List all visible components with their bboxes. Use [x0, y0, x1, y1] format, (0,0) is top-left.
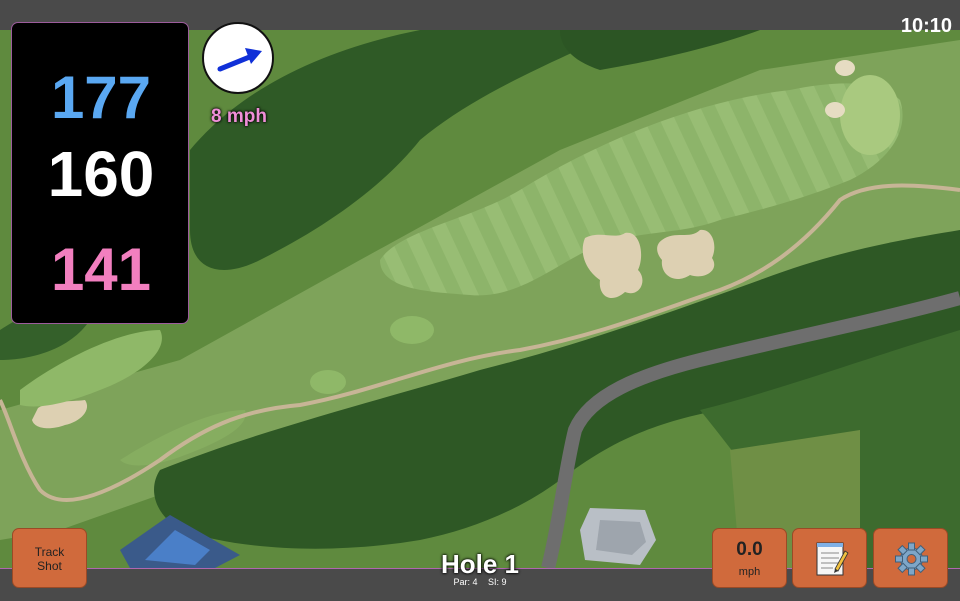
middle-distance: 160	[47, 138, 155, 210]
track-shot-label-line1: Track	[34, 545, 65, 559]
track-shot-label-line2: Shot	[37, 559, 62, 573]
settings-button[interactable]	[873, 528, 948, 588]
hole-info: Par: 4 SI: 9	[380, 577, 580, 587]
wind-speed-button[interactable]: 0.0 mph	[712, 528, 787, 588]
tee-box-1	[390, 316, 434, 344]
back-green	[840, 75, 900, 155]
wind-arrow-icon	[217, 48, 262, 72]
notes-button[interactable]	[792, 528, 867, 588]
bunker-small-1	[835, 60, 855, 76]
wind-direction-indicator	[202, 22, 274, 94]
notepad-icon	[816, 542, 849, 576]
front-distance: 141	[50, 236, 152, 303]
tee-box-2	[310, 370, 346, 394]
wind-speed: 8 mph	[211, 106, 267, 127]
back-distance: 177	[50, 64, 152, 131]
track-shot-button[interactable]: Track Shot	[12, 528, 87, 588]
wind-speed-value: 0.0	[736, 539, 763, 560]
hole-stroke-index: SI: 9	[488, 577, 507, 587]
gear-icon	[895, 542, 928, 576]
wind-speed-unit: mph	[738, 566, 761, 578]
hole-title: Hole 1	[440, 549, 520, 579]
distance-panel[interactable]: 177 160 141	[11, 22, 189, 324]
bunker-small-2	[825, 102, 845, 118]
hole-par: Par: 4	[453, 577, 478, 587]
clock: 10:10	[900, 15, 952, 37]
